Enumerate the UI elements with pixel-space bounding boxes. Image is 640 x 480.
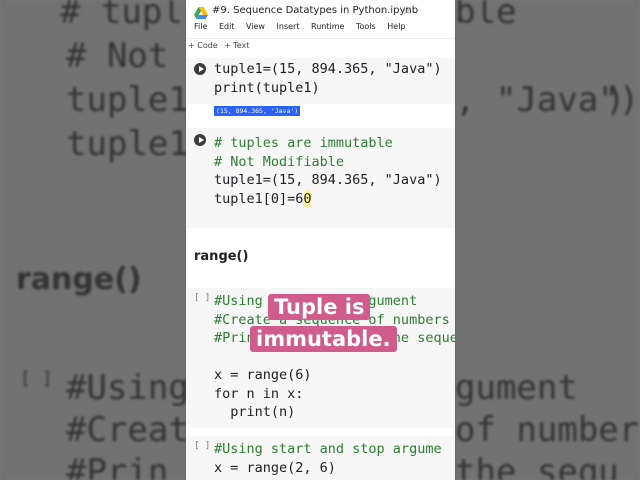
- code-cell-2[interactable]: # tuples are immutable # Not Modifiable …: [186, 128, 455, 228]
- menu-insert[interactable]: Insert: [277, 22, 300, 31]
- code-line[interactable]: tuple1[0]=60: [214, 189, 312, 208]
- menu-view[interactable]: View: [246, 22, 265, 31]
- code-comment[interactable]: #Using start and stop argume: [214, 440, 442, 459]
- code-cell-4[interactable]: [ ] #Using start and stop argume x = ran…: [186, 436, 455, 480]
- code-line[interactable]: x = range(6): [214, 366, 312, 385]
- cell-status-bracket[interactable]: [ ]: [194, 441, 210, 451]
- menu-file[interactable]: File: [194, 22, 207, 31]
- notebook-title[interactable]: #9. Sequence Datatypes in Python.ipynb: [212, 5, 418, 16]
- menu-bar: File Edit View Insert Runtime Tools Help: [194, 22, 415, 31]
- code-line[interactable]: print(tuple1): [214, 79, 320, 98]
- caption-line-1: Tuple is: [268, 294, 371, 320]
- add-text-button[interactable]: + Text: [224, 41, 249, 50]
- star-icon[interactable]: ☆: [402, 4, 412, 17]
- section-heading: range(): [194, 249, 249, 264]
- menu-tools[interactable]: Tools: [356, 22, 376, 31]
- code-line[interactable]: tuple1=(15, 894.365, "Java"): [214, 60, 442, 79]
- drive-icon: [194, 7, 208, 19]
- code-cell-1[interactable]: tuple1=(15, 894.365, "Java") print(tuple…: [186, 58, 455, 104]
- code-comment[interactable]: # tuples are immutable: [214, 134, 393, 153]
- add-code-button[interactable]: + Code: [188, 41, 218, 50]
- code-line[interactable]: print(n): [214, 403, 295, 422]
- run-cell-icon[interactable]: [194, 134, 206, 146]
- notebook-window: #9. Sequence Datatypes in Python.ipynb ☆…: [186, 0, 455, 480]
- menu-help[interactable]: Help: [387, 22, 405, 31]
- notebook-toolbar: + Code + Text: [186, 38, 455, 55]
- cursor-highlight: 0: [303, 189, 312, 208]
- caption-line-2: immutable.: [250, 326, 397, 352]
- code-comment[interactable]: # Not Modifiable: [214, 153, 344, 172]
- menu-runtime[interactable]: Runtime: [311, 22, 344, 31]
- cell-output: (15, 894.365, 'Java'): [214, 106, 301, 116]
- menu-edit[interactable]: Edit: [219, 22, 235, 31]
- code-line[interactable]: tuple1=(15, 894.365, "Java"): [214, 171, 442, 190]
- notebook-header: #9. Sequence Datatypes in Python.ipynb ☆…: [186, 0, 455, 38]
- run-cell-icon[interactable]: [194, 63, 206, 75]
- code-line[interactable]: for n in x:: [214, 385, 303, 404]
- code-line[interactable]: x = range(2, 6): [214, 459, 336, 478]
- cell-status-bracket[interactable]: [ ]: [194, 293, 210, 303]
